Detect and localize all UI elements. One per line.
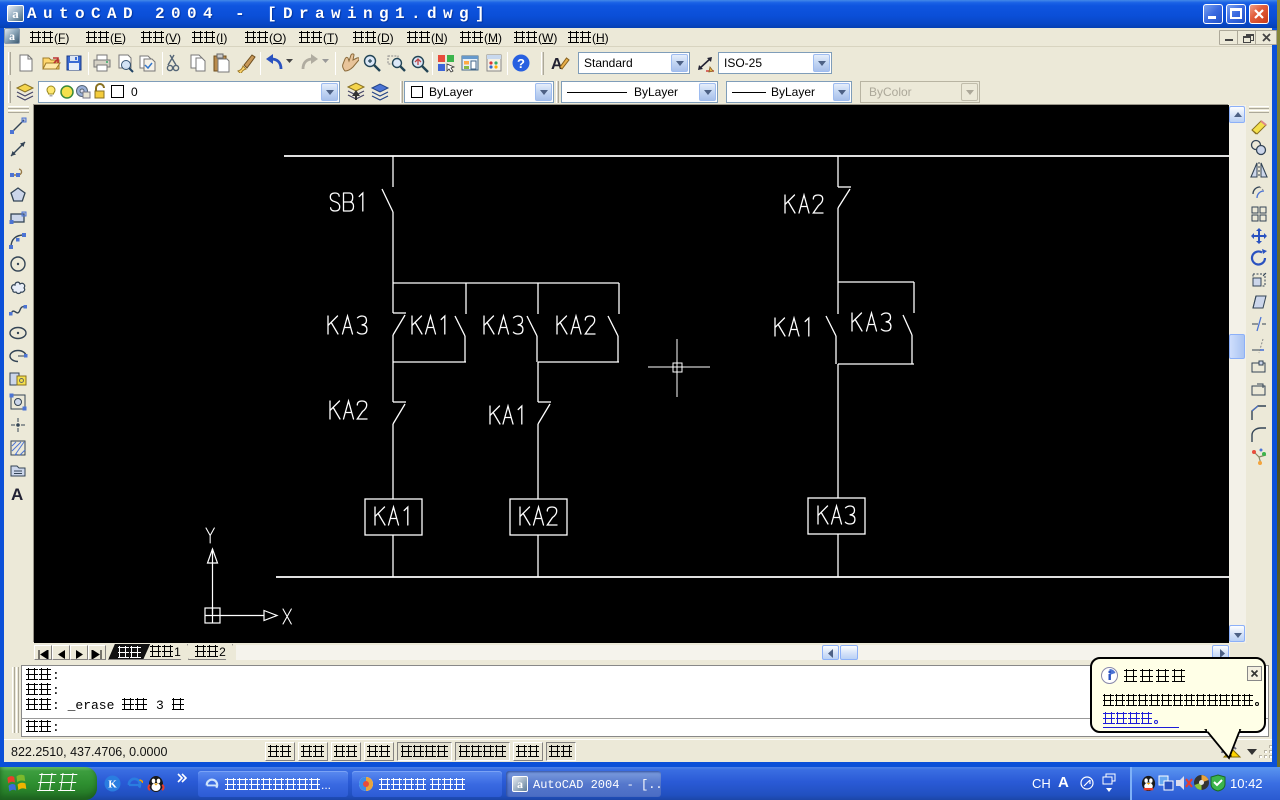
svg-text:K: K <box>108 779 117 791</box>
svg-text:?: ? <box>517 56 525 71</box>
svg-text:A: A <box>11 485 23 504</box>
